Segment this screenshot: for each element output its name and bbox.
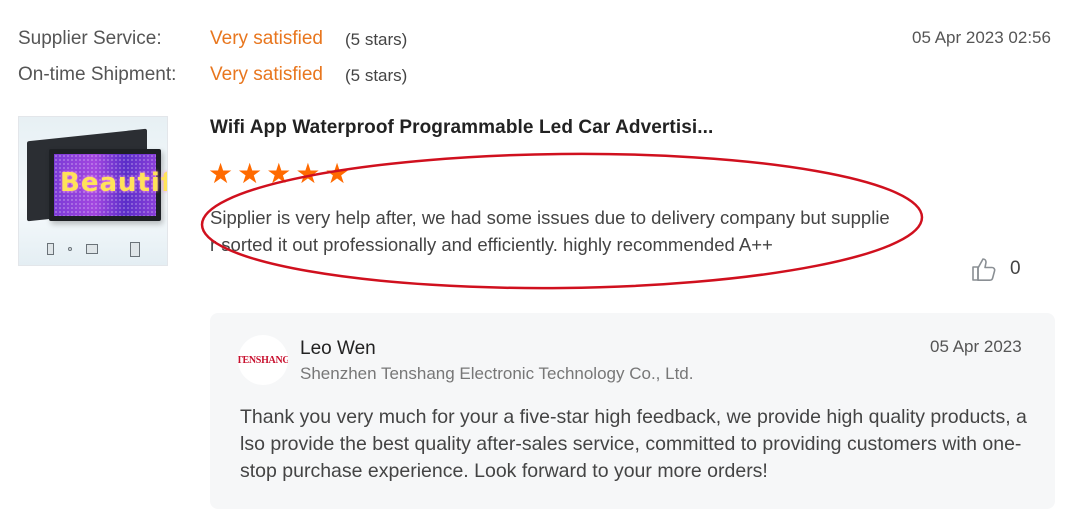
supplier-service-label: Supplier Service:: [18, 28, 162, 49]
thumbs-up-icon: [972, 258, 996, 281]
supplier-service-value: Very satisfied: [210, 28, 323, 49]
like-button[interactable]: 0: [970, 255, 1021, 283]
on-time-shipment-stars: (5 stars): [345, 66, 408, 85]
highlight-ellipse: [200, 152, 924, 290]
review-date: 05 Apr 2023 02:56: [912, 28, 1051, 47]
device-icons: [47, 241, 147, 257]
led-screen-text: Beautiful: [60, 168, 167, 198]
replier-name: Leo Wen: [300, 338, 376, 359]
reply-text: Thank you very much for your a five-star…: [240, 406, 1027, 482]
seller-logo: TENSHANG: [238, 354, 288, 366]
led-screen: Beautiful: [54, 154, 167, 216]
dot-icon: [68, 247, 72, 251]
product-thumbnail[interactable]: Beautiful: [18, 116, 168, 266]
phone-icon: [47, 243, 54, 255]
supplier-service-stars: (5 stars): [345, 30, 408, 49]
led-panel-front: Beautiful: [49, 149, 167, 221]
monitor-icon: [86, 244, 98, 254]
like-count: 0: [1010, 258, 1021, 279]
on-time-shipment-value: Very satisfied: [210, 64, 323, 85]
on-time-shipment-label: On-time Shipment:: [18, 64, 177, 85]
seller-avatar: TENSHANG: [238, 335, 288, 385]
product-title-link[interactable]: Wifi App Waterproof Programmable Led Car…: [210, 117, 713, 139]
reply-date: 05 Apr 2023: [930, 337, 1022, 356]
replier-company[interactable]: Shenzhen Tenshang Electronic Technology …: [300, 364, 693, 384]
tablet-icon: [130, 241, 140, 257]
